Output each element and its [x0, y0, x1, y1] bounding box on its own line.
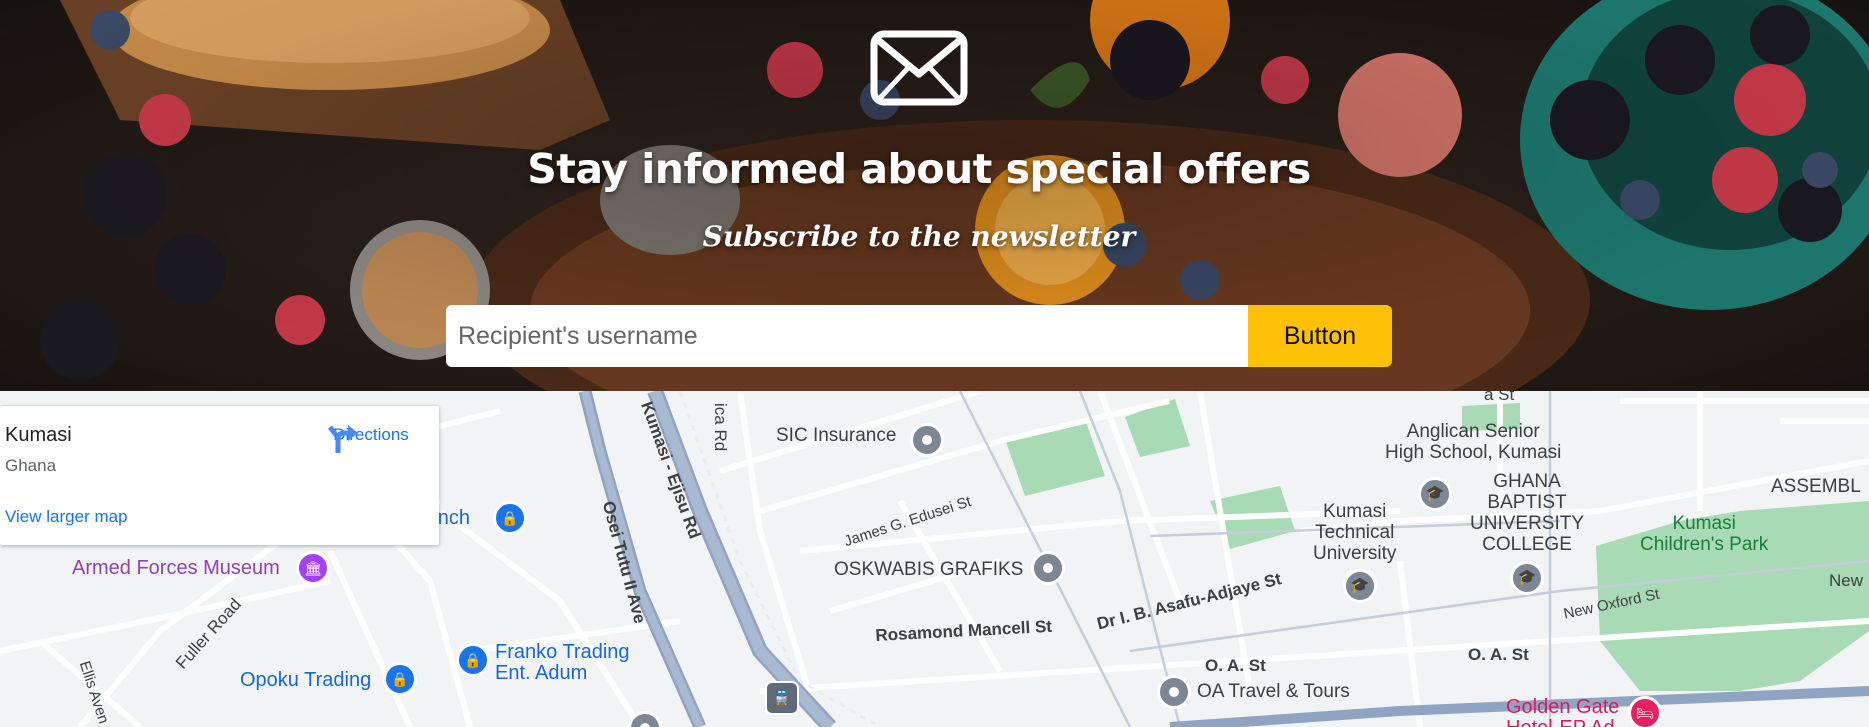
- poi-label[interactable]: Franko Trading Ent. Adum: [495, 642, 630, 684]
- directions-button[interactable]: Directions: [326, 421, 416, 491]
- google-map-embed[interactable]: ica Rd Kumasi - Ejisu Rd Osei Tutu II Av…: [0, 391, 1869, 727]
- shopping-bag-icon[interactable]: 🔒: [456, 643, 490, 677]
- road-label: New: [1829, 571, 1864, 590]
- newsletter-form: Button: [446, 305, 1392, 367]
- poi-label[interactable]: Armed Forces Museum: [72, 557, 280, 580]
- poi-label[interactable]: OSKWABIS GRAFIKS: [834, 559, 1023, 581]
- poi-label[interactable]: ASSEMBL: [1771, 476, 1861, 498]
- place-country: Ghana: [5, 456, 57, 475]
- view-larger-map-link[interactable]: View larger map: [5, 507, 128, 527]
- road-label: a St: [1484, 391, 1515, 404]
- envelope-icon: [870, 30, 968, 106]
- newsletter-hero: Stay informed about special offers Subsc…: [0, 0, 1869, 391]
- school-icon[interactable]: 🎓: [1418, 477, 1452, 511]
- school-icon[interactable]: 🎓: [1510, 561, 1544, 595]
- park-label[interactable]: Kumasi Children's Park: [1640, 513, 1768, 555]
- transit-station-icon[interactable]: 🚆: [765, 681, 799, 715]
- location-pin-icon[interactable]: [1157, 675, 1191, 709]
- poi-label[interactable]: SIC Insurance: [776, 425, 896, 447]
- poi-label[interactable]: Anglican Senior High School, Kumasi: [1385, 421, 1561, 463]
- location-pin-icon[interactable]: [910, 423, 944, 457]
- location-pin-icon[interactable]: [1031, 551, 1065, 585]
- road-label: O. A. St: [1205, 656, 1266, 675]
- poi-label[interactable]: GHANA BAPTIST UNIVERSITY COLLEGE: [1470, 471, 1584, 555]
- shopping-bag-icon[interactable]: 🔒: [383, 662, 417, 696]
- shopping-bag-icon[interactable]: 🔒: [493, 501, 527, 535]
- poi-label[interactable]: OA Travel & Tours: [1197, 681, 1350, 703]
- username-input[interactable]: [446, 305, 1248, 367]
- place-name: Kumasi: [5, 424, 72, 446]
- newsletter-title: Stay informed about special offers: [527, 145, 1311, 193]
- newsletter-subtitle: Subscribe to the newsletter: [702, 220, 1136, 253]
- poi-label[interactable]: Golden GateHotel-EP Ad: [1506, 697, 1619, 727]
- directions-icon: [328, 425, 358, 453]
- poi-label[interactable]: Opoku Trading: [240, 669, 371, 692]
- subscribe-button[interactable]: Button: [1248, 305, 1392, 367]
- hotel-icon[interactable]: 🛏: [1628, 696, 1662, 727]
- school-icon[interactable]: 🎓: [1343, 569, 1377, 603]
- road-label: ica Rd: [711, 403, 730, 452]
- poi-label[interactable]: Kumasi Technical University: [1313, 501, 1396, 564]
- map-info-card: Kumasi Ghana View larger map Directions: [0, 406, 439, 545]
- museum-icon[interactable]: 🏛: [296, 551, 330, 585]
- road-label: O. A. St: [1468, 645, 1529, 664]
